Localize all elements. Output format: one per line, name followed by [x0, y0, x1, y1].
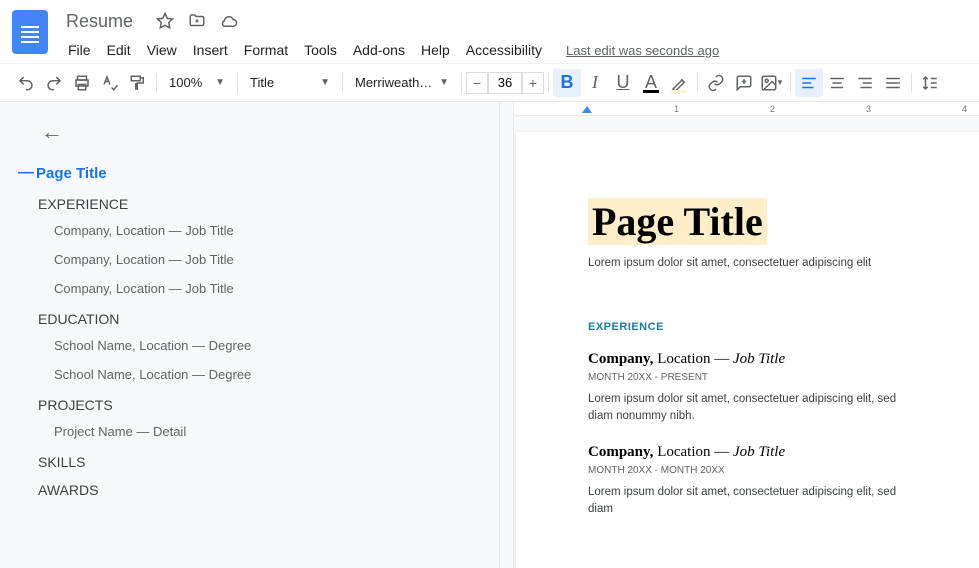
separator [156, 73, 157, 93]
job-title-line: Company, Location — Job Title [588, 444, 979, 461]
redo-icon[interactable] [40, 69, 68, 97]
chevron-down-icon: ▼ [215, 77, 225, 88]
font-size-increment[interactable]: + [522, 72, 544, 94]
menu-accessibility[interactable]: Accessibility [458, 38, 550, 62]
menu-insert[interactable]: Insert [185, 38, 236, 62]
insert-link-icon[interactable] [702, 69, 730, 97]
outline-heading[interactable]: EDUCATION [38, 303, 499, 331]
job-dates: MONTH 20XX - PRESENT [588, 372, 979, 383]
print-icon[interactable] [68, 69, 96, 97]
font-select[interactable]: Merriweath… ▼ [347, 70, 457, 96]
align-justify-icon[interactable] [879, 69, 907, 97]
page-title[interactable]: Page Title [588, 198, 767, 245]
menu-help[interactable]: Help [413, 38, 458, 62]
move-folder-icon[interactable] [187, 11, 207, 31]
outline-subitem[interactable]: Project Name — Detail [54, 417, 499, 446]
job-body: Lorem ipsum dolor sit amet, consectetuer… [588, 391, 979, 426]
outline-subitem[interactable]: School Name, Location — Degree [54, 331, 499, 360]
outline-sidebar: ← — Page Title EXPERIENCECompany, Locati… [0, 102, 500, 568]
ruler-mark: 3 [866, 104, 871, 114]
app-header: Resume File Edit View Insert Format Tool… [0, 0, 979, 64]
spellcheck-icon[interactable] [96, 69, 124, 97]
job-entry[interactable]: Company, Location — Job Title MONTH 20XX … [588, 444, 979, 519]
align-left-icon[interactable] [795, 69, 823, 97]
undo-icon[interactable] [12, 69, 40, 97]
outline-collapse-icon[interactable]: ← [38, 118, 66, 146]
add-comment-icon[interactable] [730, 69, 758, 97]
line-spacing-icon[interactable] [916, 69, 944, 97]
chevron-down-icon: ▼ [320, 77, 330, 88]
font-size-input[interactable] [488, 72, 522, 94]
zoom-value: 100% [169, 75, 202, 90]
underline-button[interactable]: U [609, 69, 637, 97]
paint-format-icon[interactable] [124, 69, 152, 97]
menu-edit[interactable]: Edit [99, 38, 139, 62]
separator [342, 73, 343, 93]
ruler-mark: 2 [770, 104, 775, 114]
menu-file[interactable]: File [60, 38, 99, 62]
style-value: Title [250, 75, 274, 90]
menu-tools[interactable]: Tools [296, 38, 345, 62]
separator [697, 73, 698, 93]
ruler-mark: 4 [962, 104, 967, 114]
outline-heading[interactable]: AWARDS [38, 474, 499, 502]
document-title[interactable]: Resume [60, 9, 139, 34]
document-area: 1 2 3 4 Page Title Lorem ipsum dolor sit… [514, 102, 979, 568]
align-center-icon[interactable] [823, 69, 851, 97]
chevron-down-icon: ▼ [439, 77, 449, 88]
indent-marker-icon[interactable] [582, 106, 592, 113]
menu-view[interactable]: View [139, 38, 185, 62]
page-subtitle[interactable]: Lorem ipsum dolor sit amet, consectetuer… [588, 257, 979, 269]
separator [461, 73, 462, 93]
separator [790, 73, 791, 93]
body-area: ← — Page Title EXPERIENCECompany, Locati… [0, 102, 979, 568]
job-dates: MONTH 20XX - MONTH 20XX [588, 465, 979, 476]
font-size-control: − + [466, 72, 544, 94]
outline-subitem[interactable]: Company, Location — Job Title [54, 274, 499, 303]
outline-item-label: Page Title [36, 165, 107, 182]
document-page[interactable]: Page Title Lorem ipsum dolor sit amet, c… [516, 132, 979, 568]
font-size-decrement[interactable]: − [466, 72, 488, 94]
header-main: Resume File Edit View Insert Format Tool… [60, 8, 967, 64]
outline-heading[interactable]: PROJECTS [38, 389, 499, 417]
menu-addons[interactable]: Add-ons [345, 38, 413, 62]
last-edit-link[interactable]: Last edit was seconds ago [566, 43, 719, 58]
ruler-mark: 1 [674, 104, 679, 114]
job-body: Lorem ipsum dolor sit amet, consectetuer… [588, 484, 979, 519]
menu-format[interactable]: Format [236, 38, 296, 62]
vertical-ruler [500, 102, 514, 568]
separator [911, 73, 912, 93]
horizontal-ruler[interactable]: 1 2 3 4 [514, 102, 979, 116]
outline-heading[interactable]: SKILLS [38, 446, 499, 474]
font-value: Merriweath… [355, 75, 432, 90]
docs-logo-icon[interactable] [12, 10, 48, 54]
text-color-button[interactable]: A [637, 69, 665, 97]
title-row: Resume [60, 8, 967, 34]
outline-heading[interactable]: EXPERIENCE [38, 188, 499, 216]
outline-active-marker: — [18, 164, 32, 182]
highlight-button[interactable] [665, 69, 693, 97]
outline-list: — Page Title EXPERIENCECompany, Location… [0, 158, 499, 502]
outline-subitem[interactable]: Company, Location — Job Title [54, 245, 499, 274]
outline-subitem[interactable]: School Name, Location — Degree [54, 360, 499, 389]
separator [548, 73, 549, 93]
toolbar: 100% ▼ Title ▼ Merriweath… ▼ − + B I U A ▼ [0, 64, 979, 102]
outline-subitem[interactable]: Company, Location — Job Title [54, 216, 499, 245]
paragraph-style-select[interactable]: Title ▼ [242, 70, 338, 96]
insert-image-icon[interactable]: ▼ [758, 69, 786, 97]
cloud-status-icon[interactable] [219, 11, 239, 31]
menu-bar: File Edit View Insert Format Tools Add-o… [60, 36, 967, 64]
star-icon[interactable] [155, 11, 175, 31]
separator [237, 73, 238, 93]
bold-button[interactable]: B [553, 69, 581, 97]
italic-button[interactable]: I [581, 69, 609, 97]
outline-item-pagetitle[interactable]: — Page Title [18, 158, 499, 188]
job-title-line: Company, Location — Job Title [588, 351, 979, 368]
align-right-icon[interactable] [851, 69, 879, 97]
zoom-select[interactable]: 100% ▼ [161, 70, 233, 96]
job-entry[interactable]: Company, Location — Job Title MONTH 20XX … [588, 351, 979, 426]
section-header-experience[interactable]: EXPERIENCE [588, 321, 979, 333]
